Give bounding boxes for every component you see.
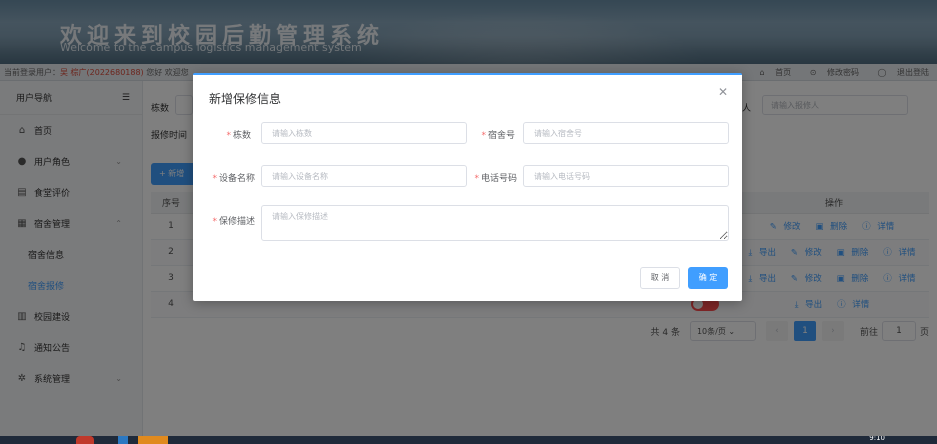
phone-input[interactable] bbox=[523, 165, 729, 187]
close-icon[interactable]: ✕ bbox=[718, 85, 728, 99]
building-input[interactable] bbox=[261, 122, 467, 144]
desc-textarea[interactable] bbox=[261, 205, 729, 241]
required-mark: * bbox=[481, 131, 486, 141]
required-mark: * bbox=[212, 174, 217, 184]
required-mark: * bbox=[226, 131, 231, 141]
desc-label-text: 保修描述 bbox=[218, 217, 255, 227]
dorm-input[interactable] bbox=[523, 122, 729, 144]
device-input[interactable] bbox=[261, 165, 467, 187]
taskbar-app-icon[interactable] bbox=[118, 436, 128, 444]
taskbar-app-icon[interactable] bbox=[76, 436, 94, 444]
dorm-label-text: 宿舍号 bbox=[487, 131, 515, 141]
desc-label: * 保修描述 bbox=[199, 214, 255, 227]
add-repair-dialog: 新增保修信息 ✕ *栋数 *宿舍号 *设备名称 *电话号码 *保修描述 取 消 … bbox=[193, 73, 742, 301]
os-taskbar: 9:10 bbox=[0, 434, 937, 444]
cancel-button[interactable]: 取 消 bbox=[640, 267, 680, 289]
confirm-button[interactable]: 确 定 bbox=[688, 267, 728, 289]
device-label: * 设备名称 bbox=[199, 171, 255, 184]
required-mark: * bbox=[212, 217, 217, 227]
taskbar-app-icon[interactable] bbox=[138, 436, 168, 444]
building-label: * 栋数 bbox=[211, 128, 251, 141]
device-label-text: 设备名称 bbox=[218, 174, 255, 184]
phone-label-text: 电话号码 bbox=[480, 174, 517, 184]
phone-label: * 电话号码 bbox=[461, 171, 517, 184]
building-label-text: 栋数 bbox=[232, 131, 251, 141]
required-mark: * bbox=[474, 174, 479, 184]
dorm-label: * 宿舍号 bbox=[469, 128, 515, 141]
dialog-title: 新增保修信息 bbox=[209, 92, 282, 106]
